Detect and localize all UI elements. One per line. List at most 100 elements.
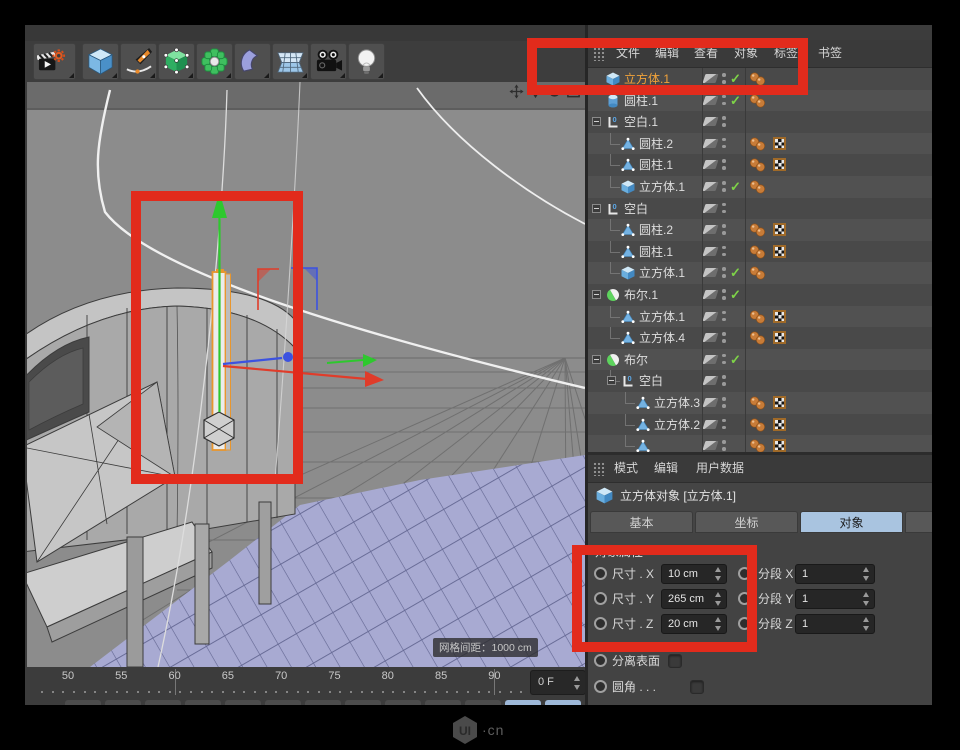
clipped-button[interactable] [465, 700, 501, 705]
clipped-button[interactable] [65, 700, 101, 705]
object-row-空白.1[interactable]: 0空白.1 [588, 111, 932, 133]
object-row-立方体.1[interactable]: 立方体.1 [588, 306, 932, 328]
uv-tag-icon[interactable] [773, 158, 786, 171]
visibility-dots-icon[interactable] [722, 159, 726, 163]
enabled-check-icon[interactable]: ✓ [730, 284, 741, 306]
object-name[interactable]: 立方体.1 [639, 176, 685, 198]
layer-icon[interactable] [703, 312, 719, 321]
enabled-check-icon[interactable]: ✓ [730, 349, 741, 371]
object-name[interactable]: 圆柱.2 [639, 133, 673, 155]
layer-icon[interactable] [703, 117, 719, 126]
object-row-圆柱.1[interactable]: 圆柱.1 [588, 154, 932, 176]
visibility-dots-icon[interactable] [722, 267, 726, 271]
layer-icon[interactable] [703, 441, 719, 450]
object-row-空白[interactable]: 0空白 [588, 370, 932, 392]
object-row-布尔[interactable]: 布尔✓ [588, 349, 932, 371]
object-row-立方体.1[interactable]: 立方体.1✓ [588, 176, 932, 198]
object-name[interactable]: 空白 [624, 198, 648, 220]
object-row-立方体.3[interactable]: 立方体.3 [588, 392, 932, 414]
object-row-立方体.2[interactable]: 立方体.2 [588, 414, 932, 436]
material-tag-icon[interactable] [749, 137, 767, 151]
uv-tag-icon[interactable] [773, 418, 786, 431]
value-input[interactable]: 1 [795, 589, 875, 609]
value-input[interactable]: 1 [795, 614, 875, 634]
camera-button[interactable] [310, 43, 347, 80]
visibility-dots-icon[interactable] [722, 419, 726, 423]
material-tag-icon[interactable] [749, 223, 767, 237]
clipped-button[interactable] [545, 700, 581, 705]
object-row-圆柱.1[interactable]: 圆柱.1 [588, 241, 932, 263]
expander-icon[interactable] [607, 376, 616, 385]
checkbox[interactable] [690, 680, 704, 694]
material-tag-icon[interactable] [749, 396, 767, 410]
visibility-dots-icon[interactable] [722, 311, 726, 315]
expander-icon[interactable] [592, 204, 601, 213]
uv-tag-icon[interactable] [773, 331, 786, 344]
layer-icon[interactable] [703, 204, 719, 213]
layer-icon[interactable] [703, 247, 719, 256]
render-settings-button[interactable] [33, 43, 76, 80]
clipped-button[interactable] [145, 700, 181, 705]
uv-tag-icon[interactable] [773, 223, 786, 236]
frame-spinner-icon[interactable] [573, 676, 582, 690]
object-row-立方体.1[interactable]: 立方体.1✓ [588, 262, 932, 284]
light-button[interactable] [348, 43, 385, 80]
layer-icon[interactable] [703, 182, 719, 191]
visibility-dots-icon[interactable] [722, 138, 726, 142]
object-name[interactable]: 空白 [639, 370, 663, 392]
spinner-icon[interactable] [862, 567, 871, 581]
visibility-dots-icon[interactable] [722, 332, 726, 336]
clipped-button[interactable] [425, 700, 461, 705]
layer-icon[interactable] [703, 225, 719, 234]
expander-icon[interactable] [592, 355, 601, 364]
layer-icon[interactable] [703, 268, 719, 277]
checkbox[interactable] [668, 654, 682, 668]
layer-icon[interactable] [703, 420, 719, 429]
layer-icon[interactable] [703, 398, 719, 407]
attribute-manager-menu-0[interactable]: 模式 [614, 455, 638, 482]
layer-icon[interactable] [703, 376, 719, 385]
object-name[interactable]: 立方体.4 [639, 327, 685, 349]
clipped-button[interactable] [265, 700, 301, 705]
subdivision-surface-button[interactable] [158, 43, 195, 80]
object-row-圆柱.2[interactable]: 圆柱.2 [588, 219, 932, 241]
clipped-button[interactable] [185, 700, 221, 705]
object-row-立方体.4[interactable]: 立方体.4 [588, 327, 932, 349]
uv-tag-icon[interactable] [773, 137, 786, 150]
timeline-ruler[interactable]: 0 F 505560657075808590 [27, 667, 585, 700]
tab-坐标[interactable]: 坐标 [695, 511, 798, 533]
expander-icon[interactable] [592, 117, 601, 126]
pan-view-icon[interactable] [509, 84, 524, 99]
visibility-dots-icon[interactable] [722, 397, 726, 401]
viewport-3d[interactable]: 网格间距：1000 cm [27, 82, 585, 667]
current-frame-field[interactable]: 0 F [530, 670, 586, 695]
material-tag-icon[interactable] [749, 158, 767, 172]
object-name[interactable]: 立方体.1 [639, 262, 685, 284]
visibility-dots-icon[interactable] [722, 203, 726, 207]
clipped-button[interactable] [105, 700, 141, 705]
visibility-dots-icon[interactable] [722, 354, 726, 358]
material-tag-icon[interactable] [749, 266, 767, 280]
clipped-button[interactable] [505, 700, 541, 705]
spline-pen-button[interactable] [120, 43, 157, 80]
expander-icon[interactable] [592, 290, 601, 299]
clipped-button[interactable] [385, 700, 421, 705]
material-tag-icon[interactable] [749, 94, 767, 108]
uv-tag-icon[interactable] [773, 439, 786, 452]
layer-icon[interactable] [703, 96, 719, 105]
material-tag-icon[interactable] [749, 310, 767, 324]
visibility-dots-icon[interactable] [722, 289, 726, 293]
attribute-manager-menu-1[interactable]: 编辑 [654, 455, 678, 482]
layer-icon[interactable] [703, 355, 719, 364]
tab-平滑[interactable]: 平滑 [905, 511, 932, 533]
object-name[interactable]: 空白.1 [624, 111, 658, 133]
add-cube-button[interactable] [82, 43, 119, 80]
visibility-dots-icon[interactable] [722, 181, 726, 185]
object-name[interactable]: 立方体.2 [654, 414, 700, 436]
keyframe-circle-icon[interactable] [594, 654, 607, 667]
visibility-dots-icon[interactable] [722, 95, 726, 99]
object-row-clipped[interactable] [588, 435, 932, 452]
clipped-button[interactable] [305, 700, 341, 705]
attribute-manager-menu-2[interactable]: 用户数据 [696, 455, 744, 482]
spinner-icon[interactable] [862, 592, 871, 606]
